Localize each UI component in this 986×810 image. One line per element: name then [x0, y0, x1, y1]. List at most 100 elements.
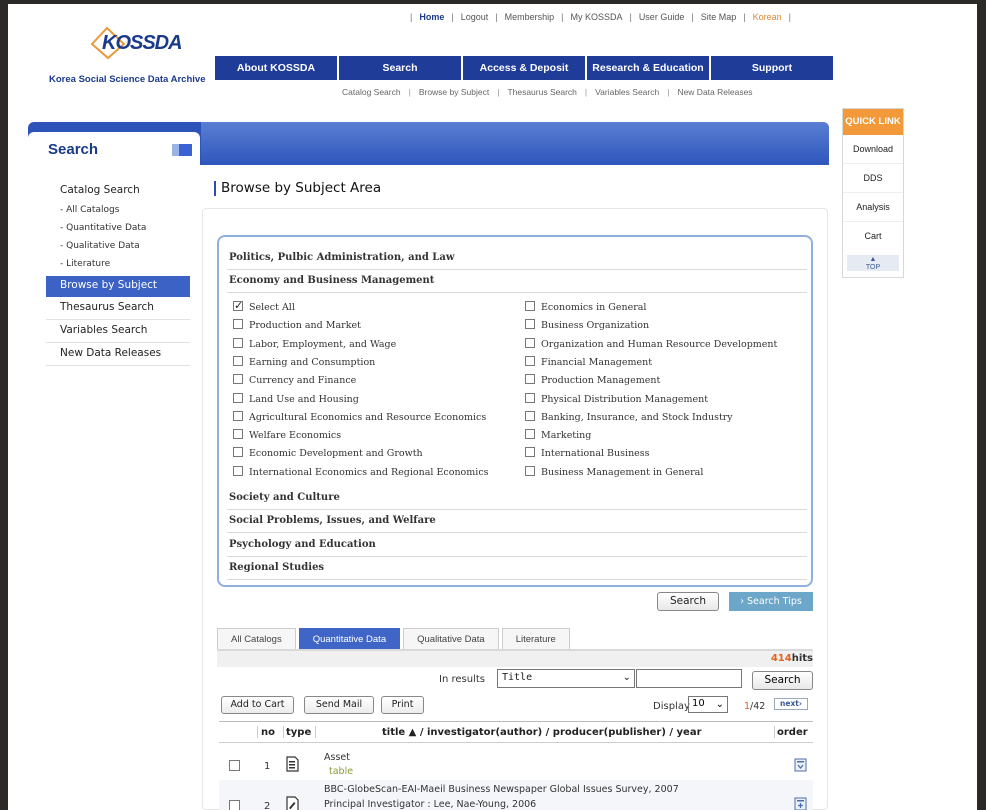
search-button[interactable]: Search [657, 592, 719, 611]
subject-left-option[interactable]: Agricultural Economics and Resource Econ… [233, 410, 486, 423]
checkbox[interactable] [233, 465, 243, 476]
category-social-problems[interactable]: Social Problems, Issues, and Welfare [227, 510, 807, 533]
search-field-select[interactable]: Title ⌄ [497, 669, 635, 688]
checkbox[interactable] [525, 319, 535, 330]
home-link[interactable]: Home [419, 12, 444, 22]
row-subtitle[interactable]: table [329, 766, 353, 778]
col-no[interactable]: no [261, 727, 275, 738]
checkbox[interactable] [233, 392, 243, 403]
subject-left-option[interactable]: Economic Development and Growth [233, 447, 423, 459]
quick-link-dds[interactable]: DDS [843, 164, 903, 193]
subject-right-option[interactable]: Physical Distribution Management [525, 392, 708, 405]
category-politics[interactable]: Politics, Pulbic Administration, and Law [227, 247, 807, 270]
sidebar-sub-qualitative-data[interactable]: - Qualitative Data [46, 239, 190, 257]
subnav-new-data-releases[interactable]: New Data Releases [677, 87, 752, 97]
send-mail-button[interactable]: Send Mail [304, 696, 374, 714]
category-psychology-education[interactable]: Psychology and Education [227, 534, 807, 557]
subject-left-option[interactable]: Land Use and Housing [233, 392, 359, 405]
row-checkbox[interactable] [229, 800, 240, 810]
subject-left-option[interactable]: Earning and Consumption [233, 355, 375, 368]
checkbox[interactable] [233, 374, 243, 385]
checkbox[interactable] [233, 319, 243, 330]
nav-about-kossda[interactable]: About KOSSDA [215, 56, 337, 80]
nav-access-deposit[interactable]: Access & Deposit [463, 56, 585, 80]
add-to-cart-button[interactable]: Add to Cart [221, 696, 294, 714]
subject-left-option[interactable]: Currency and Finance [233, 374, 356, 386]
checkbox[interactable] [525, 429, 535, 440]
subnav-thesaurus-search[interactable]: Thesaurus Search [507, 87, 576, 97]
row-title[interactable]: Asset [324, 752, 353, 764]
row-checkbox[interactable] [229, 760, 240, 771]
nav-search[interactable]: Search [339, 56, 461, 80]
checkbox[interactable] [233, 337, 243, 348]
back-to-top-button[interactable]: ▲ TOP [847, 255, 899, 271]
sidebar-item-variables-search[interactable]: Variables Search [46, 320, 190, 343]
subject-right-option[interactable]: Marketing [525, 429, 591, 441]
checkbox[interactable] [525, 465, 535, 476]
subject-right-option[interactable]: Financial Management [525, 355, 652, 368]
col-type[interactable]: type [286, 727, 311, 738]
subject-right-option[interactable]: Production Management [525, 374, 660, 386]
tab-all-catalogs[interactable]: All Catalogs [217, 628, 296, 650]
sidebar-item-new-data-releases[interactable]: New Data Releases [46, 343, 190, 366]
checkbox[interactable] [525, 337, 535, 348]
checkbox[interactable] [525, 410, 535, 421]
sidebar-item-browse-by-subject[interactable]: Browse by Subject [46, 276, 190, 297]
logout-link[interactable]: Logout [461, 12, 489, 22]
category-economy[interactable]: Economy and Business Management [227, 270, 807, 293]
checkbox[interactable] [525, 301, 535, 311]
result-search-button[interactable]: Search [752, 671, 813, 690]
checkbox[interactable] [233, 355, 243, 366]
sidebar-item-thesaurus-search[interactable]: Thesaurus Search [46, 297, 190, 320]
korean-link[interactable]: Korean [753, 12, 782, 22]
subject-right-option[interactable]: Organization and Human Resource Developm… [525, 337, 777, 350]
sidebar-sub-quantitative-data[interactable]: - Quantitative Data [46, 221, 190, 239]
category-society-culture[interactable]: Society and Culture [227, 487, 807, 510]
subject-right-option[interactable]: Banking, Insurance, and Stock Industry [525, 410, 733, 423]
logo[interactable]: KOSSDA Korea Social Science Data Archive [46, 24, 206, 88]
subject-left-option[interactable]: International Economics and Regional Eco… [233, 465, 489, 478]
col-title[interactable]: title ▲ / investigator(author) / produce… [382, 727, 702, 738]
checkbox[interactable] [525, 392, 535, 403]
quick-link-cart[interactable]: Cart [843, 222, 903, 251]
sidebar-sub-all-catalogs[interactable]: - All Catalogs [46, 203, 190, 221]
subject-left-option[interactable]: Welfare Economics [233, 429, 341, 441]
subject-right-option[interactable]: International Business [525, 447, 650, 459]
subject-right-option[interactable]: Business Organization [525, 319, 649, 331]
display-count-select[interactable]: 10 ⌄ [688, 696, 728, 713]
search-tips-button[interactable]: › Search Tips [729, 592, 813, 611]
tab-literature[interactable]: Literature [501, 628, 570, 650]
category-regional-studies[interactable]: Regional Studies [227, 557, 807, 580]
tab-quantitative-data[interactable]: Quantitative Data [298, 628, 401, 650]
row-title[interactable]: BBC-GlobeScan-EAI-Maeil Business Newspap… [324, 784, 679, 796]
nav-research-education[interactable]: Research & Education [587, 56, 709, 80]
subject-left-option[interactable]: Labor, Employment, and Wage [233, 337, 396, 350]
result-search-input[interactable] [636, 669, 742, 688]
checkbox[interactable] [233, 447, 243, 458]
print-button[interactable]: Print [381, 696, 424, 714]
subject-left-option[interactable]: Select All [233, 299, 295, 313]
subnav-catalog-search[interactable]: Catalog Search [342, 87, 401, 97]
nav-support[interactable]: Support [711, 56, 833, 80]
membership-link[interactable]: Membership [505, 12, 555, 22]
subject-right-option[interactable]: Business Management in General [525, 465, 703, 478]
subject-left-option[interactable]: Production and Market [233, 319, 361, 331]
checkbox[interactable] [233, 299, 243, 312]
subnav-browse-by-subject[interactable]: Browse by Subject [419, 87, 489, 97]
order-icon[interactable] [794, 758, 807, 772]
col-order[interactable]: order [777, 727, 808, 738]
checkbox[interactable] [525, 355, 535, 366]
next-page-button[interactable]: next› [774, 698, 808, 710]
order-icon[interactable] [794, 797, 807, 810]
subnav-variables-search[interactable]: Variables Search [595, 87, 659, 97]
site-map-link[interactable]: Site Map [701, 12, 737, 22]
tab-qualitative-data[interactable]: Qualitative Data [403, 628, 499, 650]
checkbox[interactable] [525, 374, 535, 385]
subject-right-option[interactable]: Economics in General [525, 301, 646, 313]
my-kossda-link[interactable]: My KOSSDA [570, 12, 622, 22]
quick-link-analysis[interactable]: Analysis [843, 193, 903, 222]
sidebar-sub-literature[interactable]: - Literature [46, 257, 190, 275]
checkbox[interactable] [525, 447, 535, 458]
quick-link-download[interactable]: Download [843, 135, 903, 164]
user-guide-link[interactable]: User Guide [639, 12, 685, 22]
